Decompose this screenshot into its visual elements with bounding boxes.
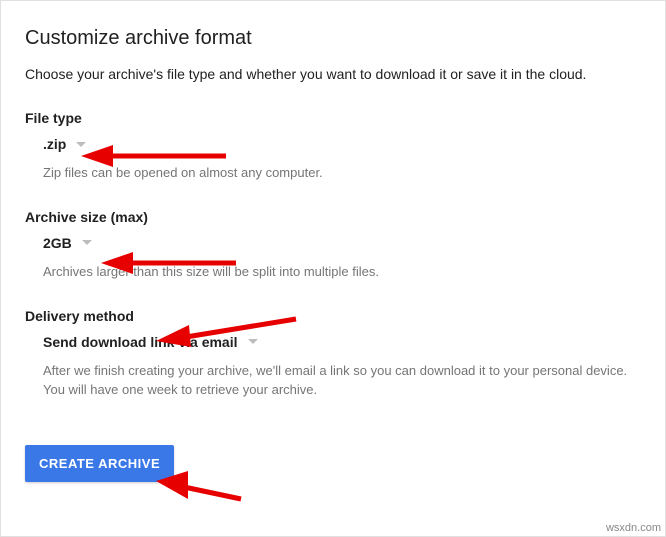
file-type-helper: Zip files can be opened on almost any co… [43, 164, 633, 183]
chevron-down-icon [248, 339, 258, 344]
archive-size-label: Archive size (max) [25, 209, 641, 225]
file-type-dropdown[interactable]: .zip [43, 136, 641, 152]
page-title: Customize archive format [25, 27, 641, 50]
file-type-value: .zip [43, 136, 66, 152]
archive-size-dropdown[interactable]: 2GB [43, 235, 641, 251]
delivery-method-section: Delivery method Send download link via e… [25, 308, 641, 400]
chevron-down-icon [76, 142, 86, 147]
delivery-method-dropdown[interactable]: Send download link via email [43, 334, 641, 350]
delivery-method-helper: After we finish creating your archive, w… [43, 362, 633, 400]
archive-size-value: 2GB [43, 235, 72, 251]
watermark-text: wsxdn.com [606, 522, 661, 534]
delivery-method-value: Send download link via email [43, 334, 238, 350]
archive-size-section: Archive size (max) 2GB Archives larger t… [25, 209, 641, 282]
archive-size-helper: Archives larger than this size will be s… [43, 263, 633, 282]
delivery-method-label: Delivery method [25, 308, 641, 324]
file-type-label: File type [25, 110, 641, 126]
archive-format-card: Customize archive format Choose your arc… [0, 0, 666, 537]
file-type-section: File type .zip Zip files can be opened o… [25, 110, 641, 183]
page-description: Choose your archive's file type and whet… [25, 66, 641, 82]
chevron-down-icon [82, 240, 92, 245]
create-archive-button[interactable]: CREATE ARCHIVE [25, 445, 174, 482]
